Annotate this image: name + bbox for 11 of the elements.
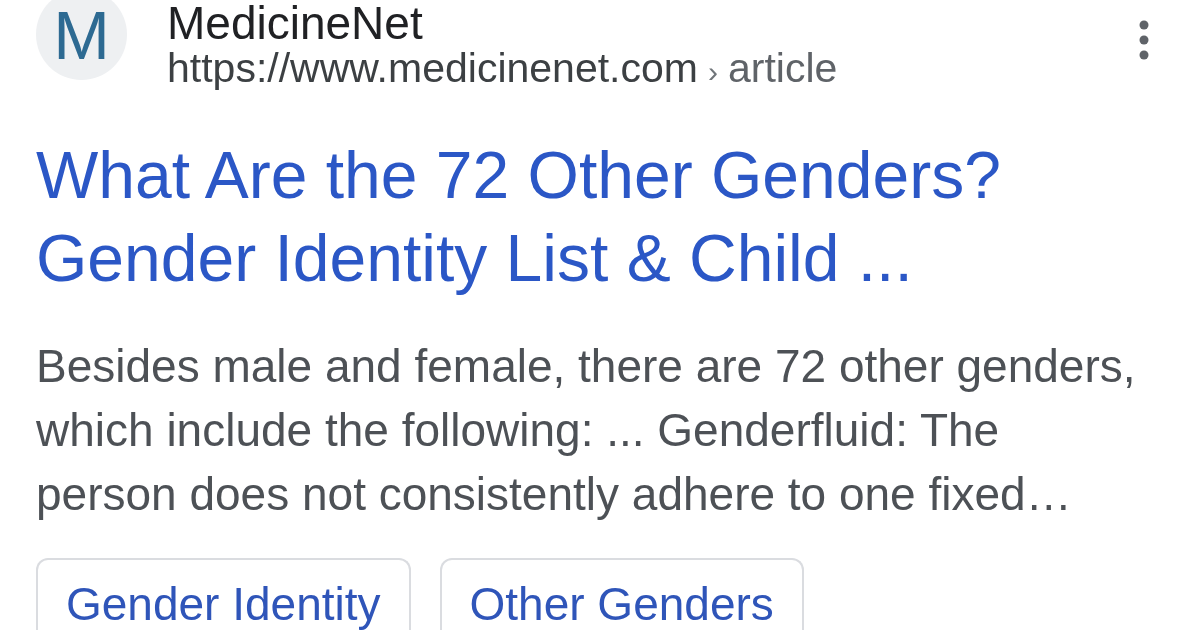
breadcrumb-separator: ›: [707, 54, 718, 90]
favicon-icon: M: [36, 0, 127, 80]
related-search-chip[interactable]: Gender Identity: [36, 558, 411, 630]
site-url: https://www.medicinenet.com: [167, 45, 698, 91]
result-title-link[interactable]: What Are the 72 Other Genders? Gender Identity List & Child ...: [36, 134, 1146, 300]
breadcrumb: article: [727, 45, 838, 91]
more-options-button[interactable]: [1138, 19, 1150, 61]
result-snippet: Besides male and female, there are 72 other genders, which include the following: ... Genderfluid: The person does not consistently adhere to one fixed…: [36, 339, 1137, 522]
more-options-icon: [1139, 20, 1149, 60]
related-search-chip[interactable]: Other Genders: [439, 558, 804, 630]
site-name: MedicineNet: [167, 0, 423, 45]
